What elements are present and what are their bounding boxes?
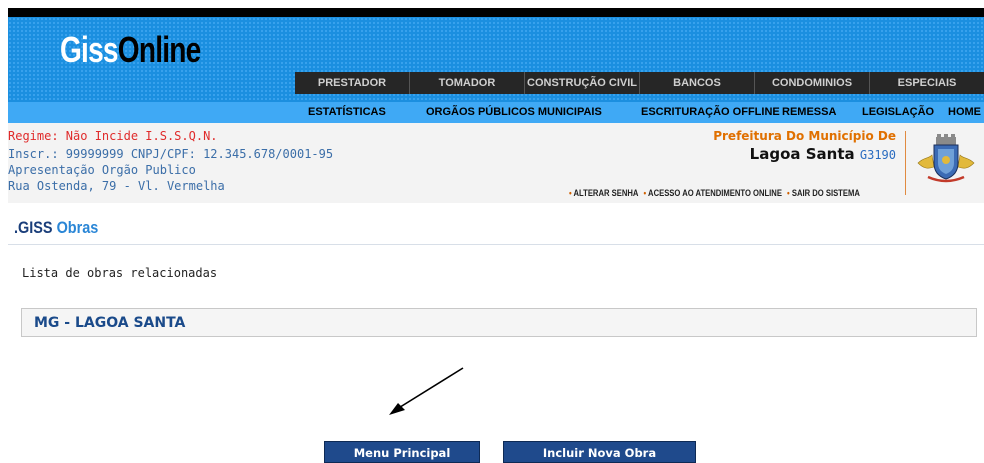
nav-especiais[interactable]: ESPECIAIS: [869, 72, 984, 94]
inscricao-text: Inscr.: 99999999 CNPJ/CPF: 12.345.678/00…: [8, 147, 334, 161]
list-item[interactable]: MG - LAGOA SANTA: [21, 308, 977, 337]
primary-nav: PRESTADOR TOMADOR CONSTRUÇÃO CIVIL BANCO…: [295, 72, 984, 94]
nav-escrituracao-offline[interactable]: ESCRITURAÇÃO OFFLINE: [641, 102, 780, 123]
page-title-prefix: .GISS: [14, 218, 53, 237]
nav-orgaos-publicos[interactable]: ORGÃOS PÚBLICOS MUNICIPAIS: [426, 102, 602, 123]
link-atendimento-online[interactable]: ACESSO AO ATENDIMENTO ONLINE: [644, 188, 782, 198]
regime-text: Regime: Não Incide I.S.S.Q.N.: [8, 129, 218, 143]
company-name: Apresentação Orgão Publico: [8, 163, 196, 177]
obra-name[interactable]: MG - LAGOA SANTA: [34, 315, 185, 331]
nav-prestador[interactable]: PRESTADOR: [295, 72, 409, 94]
incluir-nova-obra-button[interactable]: Incluir Nova Obra: [503, 441, 696, 463]
prefeitura-block: Prefeitura Do Município De Lagoa Santa G…: [713, 129, 896, 163]
city-code: G3190: [859, 148, 896, 162]
nav-condominios[interactable]: CONDOMINIOS: [754, 72, 869, 94]
nav-home[interactable]: HOME: [948, 102, 981, 123]
logo-part-online: Online: [117, 29, 201, 70]
page-title-suffix: Obras: [52, 218, 99, 237]
page-title: .GISS Obras: [14, 218, 98, 238]
address-text: Rua Ostenda, 79 - Vl. Vermelha: [8, 179, 225, 193]
arrow-pointer-icon: [389, 367, 464, 415]
header-banner: GissOnline PRESTADOR TOMADOR CONSTRUÇÃO …: [8, 17, 984, 102]
city-name: Lagoa Santa G3190: [713, 145, 896, 163]
prefeitura-label: Prefeitura Do Município De: [713, 129, 896, 143]
user-info-panel: Regime: Não Incide I.S.S.Q.N. Inscr.: 99…: [8, 123, 984, 203]
nav-tomador[interactable]: TOMADOR: [409, 72, 524, 94]
city-label: Lagoa Santa: [749, 145, 855, 163]
gissonline-logo[interactable]: GissOnline: [60, 29, 201, 71]
nav-remessa[interactable]: REMESSA: [782, 102, 836, 123]
nav-construcao-civil[interactable]: CONSTRUÇÃO CIVIL: [524, 72, 639, 94]
nav-estatisticas[interactable]: ESTATÍSTICAS: [308, 102, 386, 123]
secondary-nav: ESTATÍSTICAS ORGÃOS PÚBLICOS MUNICIPAIS …: [8, 102, 984, 123]
vertical-divider: [905, 131, 906, 195]
menu-principal-button[interactable]: Menu Principal: [324, 441, 480, 463]
title-divider: [8, 244, 984, 245]
city-crest-icon: [917, 134, 975, 183]
logo-part-giss: Giss: [60, 29, 119, 70]
list-heading: Lista de obras relacionadas: [22, 266, 218, 280]
account-links: ALTERAR SENHA ACESSO AO ATENDIMENTO ONLIN…: [569, 188, 865, 198]
nav-bancos[interactable]: BANCOS: [639, 72, 754, 94]
link-sair-sistema[interactable]: SAIR DO SISTEMA: [787, 188, 860, 198]
top-black-bar: [8, 8, 984, 17]
link-alterar-senha[interactable]: ALTERAR SENHA: [569, 188, 638, 198]
nav-legislacao[interactable]: LEGISLAÇÃO: [862, 102, 934, 123]
